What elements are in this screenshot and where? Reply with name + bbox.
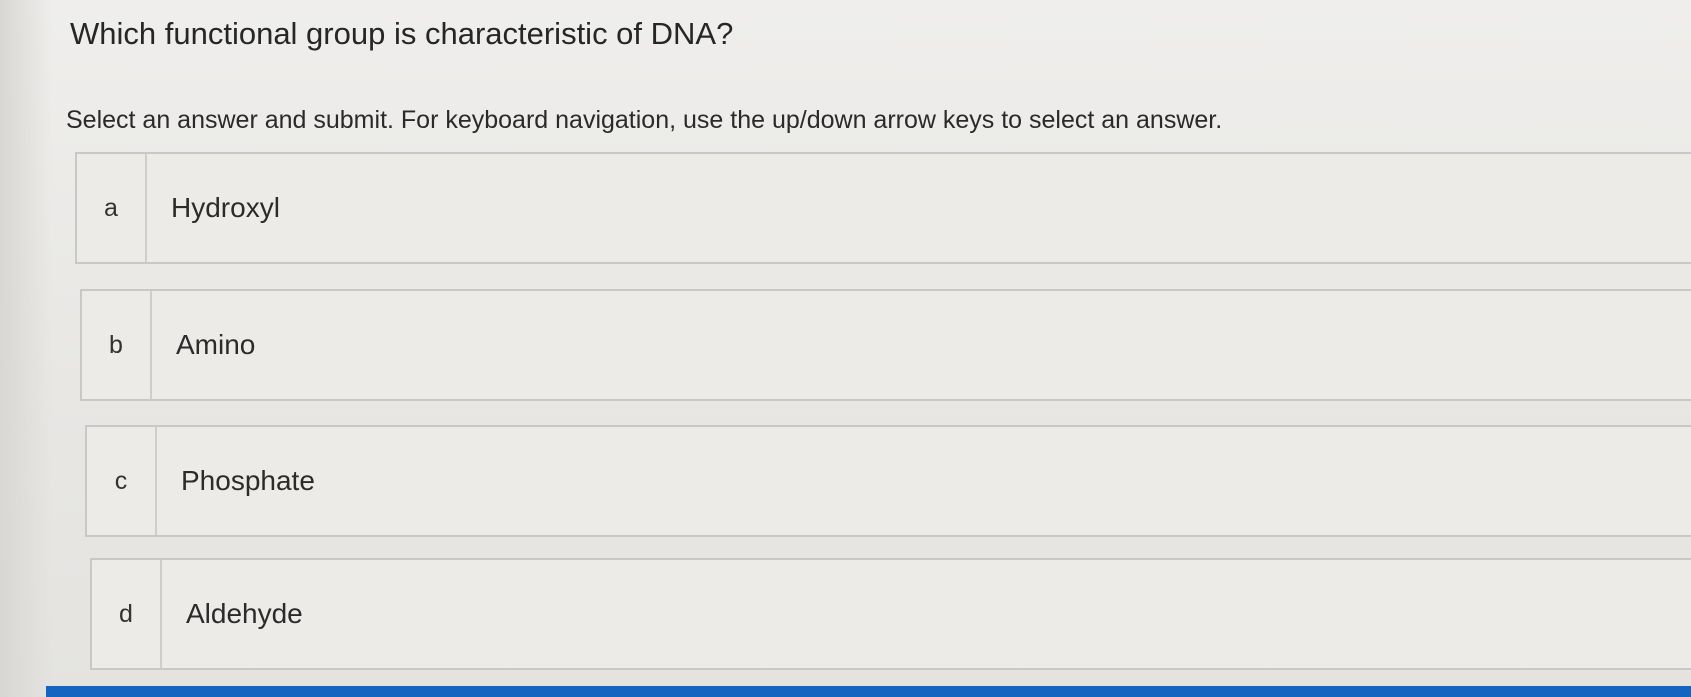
answer-option-c[interactable]: c Phosphate — [85, 425, 1691, 537]
option-letter: a — [77, 154, 147, 262]
answer-options: a Hydroxyl b Amino c Phosphate d Aldehyd… — [0, 0, 1691, 697]
option-letter: b — [82, 291, 152, 399]
quiz-page: Which functional group is characteristic… — [0, 0, 1691, 697]
answer-option-b[interactable]: b Amino — [80, 289, 1691, 401]
submit-button-edge[interactable] — [46, 686, 1691, 697]
answer-option-d[interactable]: d Aldehyde — [90, 558, 1691, 670]
option-letter: d — [92, 560, 162, 668]
option-label: Aldehyde — [186, 598, 303, 629]
answer-option-a[interactable]: a Hydroxyl — [75, 152, 1691, 264]
option-label: Hydroxyl — [171, 192, 280, 223]
option-label: Phosphate — [181, 465, 315, 496]
option-label: Amino — [176, 329, 256, 360]
option-letter: c — [87, 427, 157, 535]
